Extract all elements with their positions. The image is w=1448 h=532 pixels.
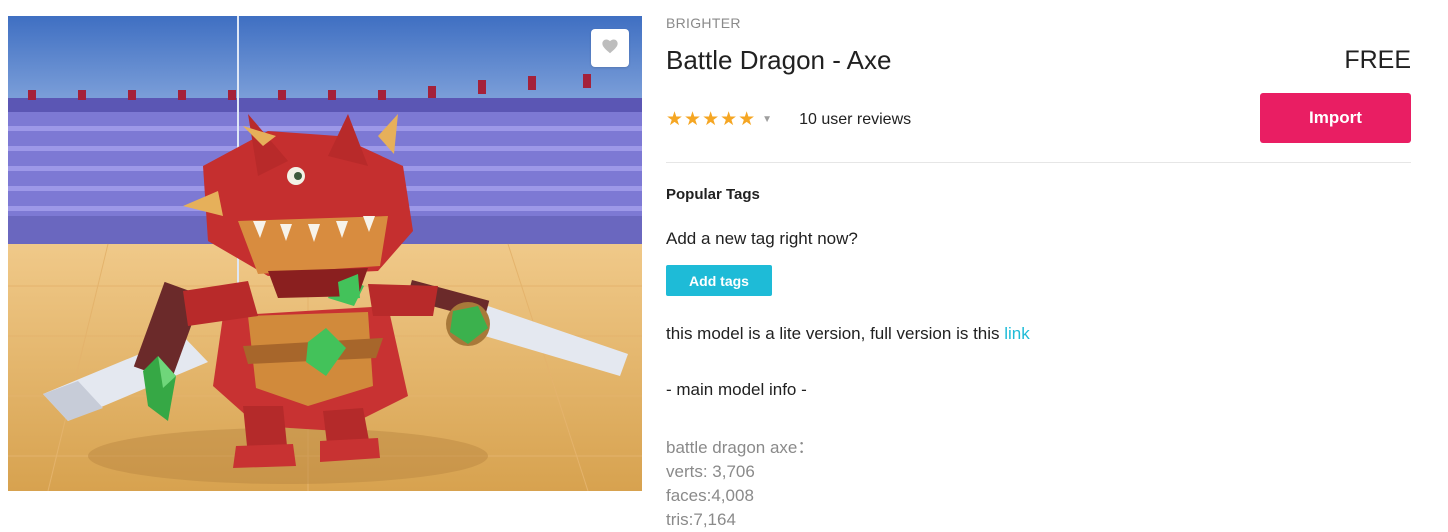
model-stats-line: faces:4,008 bbox=[666, 486, 754, 505]
rating-stars[interactable]: ★★★★★ bbox=[666, 108, 756, 131]
rating-row: ★★★★★ ▼ 10 user reviews bbox=[666, 108, 911, 131]
asset-price: FREE bbox=[1344, 46, 1411, 74]
add-tag-prompt: Add a new tag right now? bbox=[666, 229, 858, 248]
model-stats: battle dragon axe： verts: 3,706 faces:4,… bbox=[666, 436, 814, 532]
popular-tags-heading: Popular Tags bbox=[666, 186, 760, 203]
dragon-illustration bbox=[8, 16, 642, 491]
full-version-link[interactable]: link bbox=[1004, 324, 1030, 343]
asset-title: Battle Dragon - Axe bbox=[666, 45, 892, 75]
asset-info-panel: BRIGHTER Battle Dragon - Axe FREE ★★★★★ … bbox=[666, 0, 1411, 529]
caret-down-icon[interactable]: ▼ bbox=[762, 114, 772, 125]
asset-preview-image[interactable] bbox=[8, 16, 642, 491]
import-button[interactable]: Import bbox=[1260, 93, 1411, 143]
main-model-info-heading: - main model info - bbox=[666, 380, 807, 399]
heart-icon bbox=[601, 38, 619, 59]
description-lite-note: this model is a lite version, full versi… bbox=[666, 324, 1030, 344]
divider bbox=[666, 162, 1411, 163]
description-lite-text: this model is a lite version, full versi… bbox=[666, 324, 1005, 343]
add-tags-button[interactable]: Add tags bbox=[666, 265, 772, 296]
model-stats-line: verts: 3,706 bbox=[666, 462, 755, 481]
model-stats-line: tris:7,164 bbox=[666, 510, 736, 529]
favorite-button[interactable] bbox=[591, 29, 629, 67]
model-stats-line: battle dragon axe： bbox=[666, 438, 815, 457]
user-reviews-link[interactable]: 10 user reviews bbox=[799, 111, 911, 129]
publisher-name[interactable]: BRIGHTER bbox=[666, 15, 741, 31]
